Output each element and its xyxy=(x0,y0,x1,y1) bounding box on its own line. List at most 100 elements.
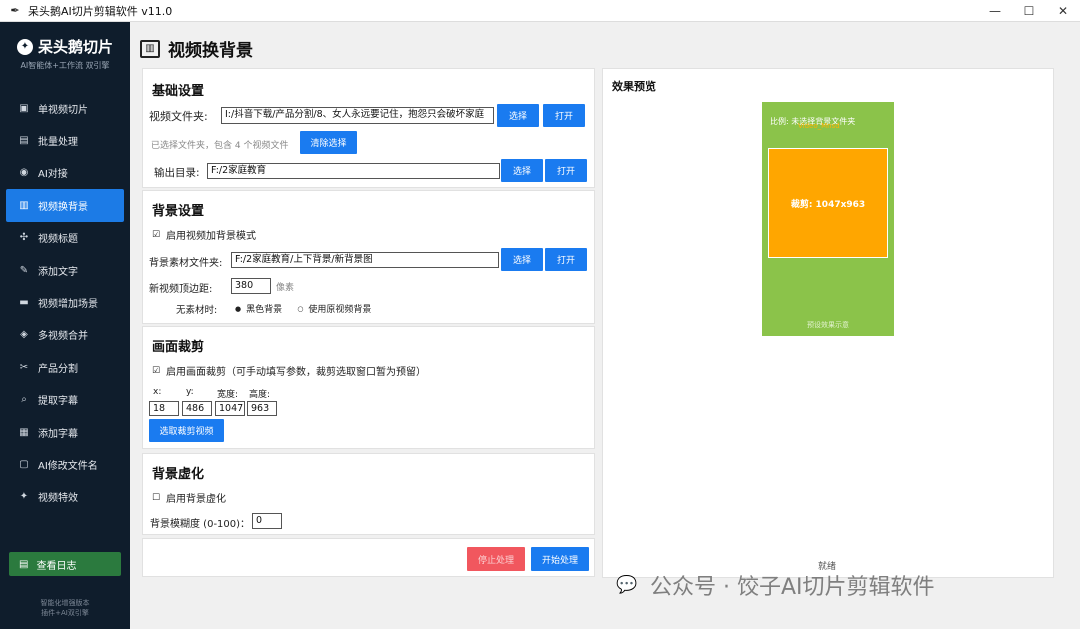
quill-icon: ✒ xyxy=(10,3,20,17)
preview-bottom-label: 预设效果示意 xyxy=(807,321,849,329)
image-icon: ▥ xyxy=(140,39,160,58)
blur-level-input[interactable]: 0 xyxy=(252,513,282,529)
select-crop-video-button[interactable]: 选取裁剪视频 xyxy=(149,419,224,442)
sidebar-item-label: AI修改文件名 xyxy=(38,460,98,472)
sidebar-item-label: 单视频切片 xyxy=(38,104,88,116)
sidebar-item-5[interactable]: ✎ 添加文字 xyxy=(0,254,130,286)
maximize-icon[interactable]: ☐ xyxy=(1012,0,1046,22)
sidebar: ✦ 呆头鹅切片 AI智能体+工作流 双引擎 ▣ 单视频切片 ▤ 批量处理 ◉ AI对接 ▥ 视… xyxy=(0,22,130,629)
enable-background-label: 启用视频加背景模式 xyxy=(166,231,256,242)
window-title: 呆头鹅AI切片剪辑软件 v11.0 xyxy=(28,4,173,18)
enable-background-checkbox[interactable]: ☑ 启用视频加背景模式 xyxy=(152,227,256,243)
close-icon[interactable]: ✕ xyxy=(1046,0,1080,22)
crop-title: 画面裁剪 xyxy=(152,340,205,355)
top-margin-input[interactable]: 380 xyxy=(231,278,271,294)
brand-tagline: AI智能体+工作流 双引擎 xyxy=(20,61,110,70)
puzzle-icon: ✣ xyxy=(19,232,29,244)
window-controls: — ☐ ✕ xyxy=(978,0,1080,22)
bg-folder-open-button[interactable]: 打开 xyxy=(545,248,587,271)
output-dir-label: 输出目录: xyxy=(154,167,200,179)
sidebar-item-8[interactable]: ✂ 产品分割 xyxy=(0,351,130,383)
background-settings-title: 背景设置 xyxy=(152,204,205,219)
sidebar-item-2[interactable]: ◉ AI对接 xyxy=(0,157,130,189)
film-icon: ▬ xyxy=(19,297,29,309)
no-material-options: ● 黑色背景 ○ 使用原视频背景 xyxy=(235,302,371,316)
brand: ✦ 呆头鹅切片 AI智能体+工作流 双引擎 xyxy=(0,22,130,78)
image-icon: ▥ xyxy=(19,199,29,211)
view-log-button[interactable]: ▤ 查看日志 xyxy=(9,552,121,576)
output-dir-open-button[interactable]: 打开 xyxy=(545,159,587,182)
bg-folder-label: 背景素材文件夹: xyxy=(149,258,223,269)
video-folder-input[interactable]: I:/抖音下载/产品分割/8、女人永远要记住，抱怨只会破坏家庭 xyxy=(221,107,494,124)
sidebar-item-label: 视频标题 xyxy=(38,234,78,246)
crop-panel: 画面裁剪 ☑ 启用画面裁剪（可手动填写参数，裁剪选取窗口暂为预留） x: y: … xyxy=(142,326,595,449)
clear-selection-button[interactable]: 清除选择 xyxy=(300,131,357,154)
video-folder-select-button[interactable]: 选择 xyxy=(497,104,539,127)
checkbox-checked-icon: ☑ xyxy=(152,365,161,376)
sidebar-item-3[interactable]: ▥ 视频换背景 xyxy=(6,189,124,222)
crop-height-input[interactable]: 963 xyxy=(247,401,277,416)
crop-x-input[interactable]: 18 xyxy=(149,401,179,416)
crop-y-label: y: xyxy=(186,387,194,397)
scissors-icon: ✂ xyxy=(19,361,29,373)
basic-settings-title: 基础设置 xyxy=(152,84,205,99)
sidebar-item-9[interactable]: ⌕ 提取字幕 xyxy=(0,384,130,416)
sidebar-item-label: 多视频合并 xyxy=(38,331,88,343)
watermark: 💬 公众号 · 饺子AI切片剪辑软件 xyxy=(612,569,935,601)
preview-crop-label: 裁剪: 1047x963 xyxy=(790,199,866,210)
tag-icon: ▢ xyxy=(19,458,29,470)
action-bar: 停止处理 开始处理 xyxy=(142,538,595,577)
window-titlebar: ✒ 呆头鹅AI切片剪辑软件 v11.0 — ☐ ✕ xyxy=(0,0,1080,22)
radio-black-background[interactable]: ● 黑色背景 xyxy=(235,302,283,316)
footer-line-2: 插件+AI双引擎 xyxy=(41,609,89,617)
enable-crop-checkbox[interactable]: ☑ 启用画面裁剪（可手动填写参数，裁剪选取窗口暂为预留） xyxy=(152,363,426,379)
merge-icon: ◈ xyxy=(20,329,28,341)
sidebar-item-label: 批量处理 xyxy=(38,137,78,149)
page-header: ▥ 视频换背景 xyxy=(140,36,253,61)
sidebar-item-label: AI对接 xyxy=(38,169,68,181)
radio-black-label: 黑色背景 xyxy=(246,305,283,315)
blur-level-label: 背景模糊度 (0-100)： xyxy=(150,519,251,530)
video-folder-open-button[interactable]: 打开 xyxy=(543,104,585,127)
start-processing-button[interactable]: 开始处理 xyxy=(531,547,589,571)
no-material-label: 无素材时: xyxy=(176,305,218,316)
output-dir-select-button[interactable]: 选择 xyxy=(501,159,543,182)
radio-original-background[interactable]: ○ 使用原视频背景 xyxy=(297,302,371,316)
basic-settings-panel: 基础设置 视频文件夹: I:/抖音下载/产品分割/8、女人永远要记住，抱怨只会破… xyxy=(142,68,595,188)
view-log-label: 查看日志 xyxy=(36,560,77,572)
sidebar-item-label: 添加字幕 xyxy=(38,428,78,440)
top-margin-label: 新视频顶边距: xyxy=(149,284,213,295)
sidebar-item-label: 视频特效 xyxy=(38,493,78,505)
sidebar-item-6[interactable]: ▬ 视频增加场景 xyxy=(0,286,130,318)
enable-blur-checkbox[interactable]: ☐ 启用背景虚化 xyxy=(152,490,226,506)
sidebar-item-7[interactable]: ◈ 多视频合并 xyxy=(0,319,130,351)
checkbox-unchecked-icon: ☐ xyxy=(152,492,161,503)
stop-processing-button[interactable]: 停止处理 xyxy=(467,547,525,571)
preview-crop-box: 裁剪: 1047x963 xyxy=(768,148,888,258)
crop-width-label: 宽度: xyxy=(217,390,239,400)
watermark-text: 公众号 · 饺子AI切片剪辑软件 xyxy=(650,575,935,600)
sidebar-item-4[interactable]: ✣ 视频标题 xyxy=(0,222,130,254)
background-settings-panel: 背景设置 ☑ 启用视频加背景模式 背景素材文件夹: F:/2家庭教育/上下背景/… xyxy=(142,190,595,324)
bg-folder-input[interactable]: F:/2家庭教育/上下背景/新背景图 xyxy=(231,252,499,268)
sidebar-footer: 智能化增强版本 插件+AI双引擎 xyxy=(0,598,130,618)
video-slice-icon: ▣ xyxy=(19,102,29,114)
crop-y-input[interactable]: 486 xyxy=(182,401,212,416)
sidebar-item-label: 产品分割 xyxy=(38,363,78,375)
preview-frame: 比例: 未选择背景文件夹 Video_Mnsd 裁剪: 1047x963 预设效… xyxy=(762,102,894,336)
crop-width-input[interactable]: 1047 xyxy=(215,401,245,416)
radio-selected-icon: ● xyxy=(235,304,242,313)
radio-empty-icon: ○ xyxy=(297,304,304,313)
minimize-icon[interactable]: — xyxy=(978,0,1012,22)
sidebar-item-11[interactable]: ▢ AI修改文件名 xyxy=(0,448,130,480)
sidebar-item-10[interactable]: ▦ 添加字幕 xyxy=(0,416,130,448)
bg-folder-select-button[interactable]: 选择 xyxy=(501,248,543,271)
sidebar-item-0[interactable]: ▣ 单视频切片 xyxy=(0,92,130,124)
log-icon: ▤ xyxy=(19,558,29,570)
footer-line-1: 智能化增强版本 xyxy=(40,599,90,607)
sidebar-item-1[interactable]: ▤ 批量处理 xyxy=(0,124,130,156)
blur-panel: 背景虚化 ☐ 启用背景虚化 背景模糊度 (0-100)： 0 xyxy=(142,453,595,535)
output-dir-input[interactable]: F:/2家庭教育 xyxy=(207,163,500,179)
preview-title: 效果预览 xyxy=(612,80,656,93)
sidebar-item-12[interactable]: ✦ 视频特效 xyxy=(0,481,130,513)
